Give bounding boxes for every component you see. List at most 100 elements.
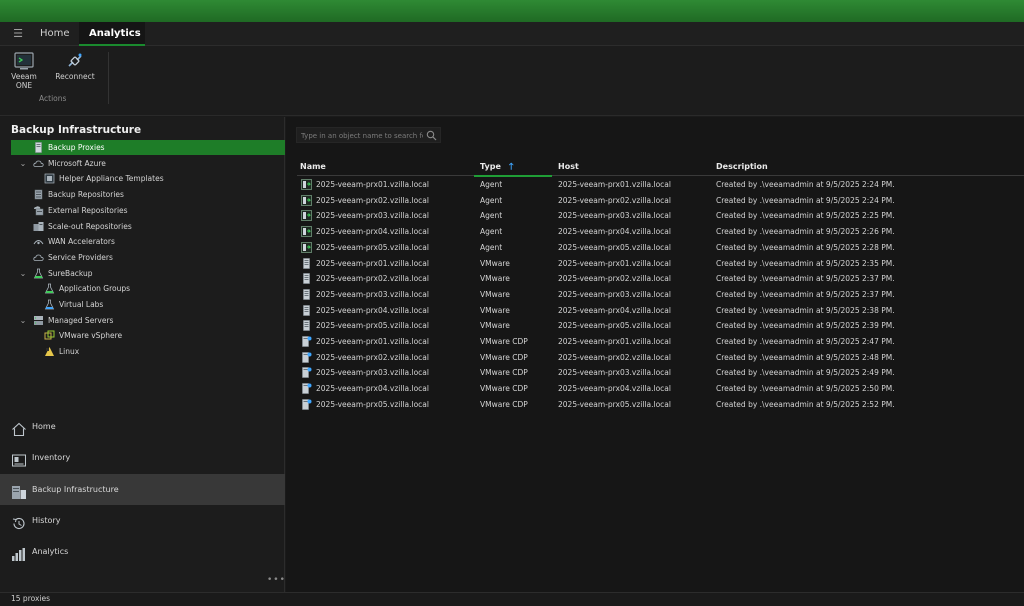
inventory-icon (11, 450, 27, 467)
search-icon[interactable] (426, 130, 437, 141)
cell-type: VMware (480, 305, 510, 315)
agent-proxy-icon (301, 210, 312, 222)
cell-host: 2025-veeam-prx01.vzilla.local (558, 180, 671, 189)
cell-description: Created by .\veeamadmin at 9/5/2025 2:37… (716, 289, 895, 299)
column-header-host[interactable]: Host (558, 158, 708, 176)
table-row[interactable]: 2025-veeam-prx03.vzilla.local VMware CDP 2… (297, 365, 1024, 381)
cdp-proxy-icon (301, 351, 312, 363)
cell-description: Created by .\veeamadmin at 9/5/2025 2:26… (716, 227, 895, 237)
tree-item-wan-accelerators[interactable]: WAN Accelerators (0, 234, 285, 249)
veeam-one-label: Veeam ONE (11, 72, 37, 90)
vmware-proxy-icon (301, 257, 312, 269)
table-row[interactable]: 2025-veeam-prx02.vzilla.local Agent 2025-v… (297, 193, 1024, 209)
tree-item-external-repositories[interactable]: External Repositories (0, 203, 285, 218)
analytics-icon (11, 544, 27, 562)
tree-item-label: Backup Repositories (48, 190, 124, 200)
table-row[interactable]: 2025-veeam-prx05.vzilla.local VMware 2025-… (297, 318, 1024, 334)
cell-description: Created by .\veeamadmin at 9/5/2025 2:25… (716, 211, 895, 221)
table-row[interactable]: 2025-veeam-prx04.vzilla.local VMware 2025-… (297, 303, 1024, 319)
nav-label: Backup Infrastructure (32, 484, 119, 494)
table-row[interactable]: 2025-veeam-prx05.vzilla.local VMware CDP 2… (297, 397, 1024, 413)
cell-description: Created by .\veeamadmin at 9/5/2025 2:35… (716, 258, 895, 268)
cell-name: 2025-veeam-prx04.vzilla.local (316, 305, 429, 315)
cell-host: 2025-veeam-prx03.vzilla.local (558, 211, 671, 221)
tree-item-managed-servers[interactable]: ⌄ Managed Servers (0, 313, 285, 328)
tree-item-surebackup[interactable]: ⌄ SureBackup (0, 266, 285, 281)
table-row[interactable]: 2025-veeam-prx03.vzilla.local Agent 2025-v… (297, 208, 1024, 224)
table-row[interactable]: 2025-veeam-prx02.vzilla.local VMware 2025-… (297, 271, 1024, 287)
cell-host: 2025-veeam-prx02.vzilla.local (558, 195, 671, 205)
tree-item-helper-appliance-templates[interactable]: Helper Appliance Templates (0, 171, 285, 186)
cell-type: VMware (480, 321, 510, 331)
tree-item-label: Microsoft Azure (48, 158, 106, 168)
column-header-name[interactable]: Name (300, 158, 470, 176)
tree-item-linux[interactable]: Linux (0, 344, 285, 359)
tree-item-label: Application Groups (59, 284, 131, 294)
tree-item-application-groups[interactable]: Application Groups (0, 281, 285, 296)
cell-description: Created by .\veeamadmin at 9/5/2025 2:38… (716, 305, 895, 315)
agent-proxy-icon (301, 241, 312, 253)
nav-analytics[interactable]: Analytics (0, 536, 285, 567)
veeam-one-button[interactable]: Veeam ONE (8, 52, 40, 90)
column-header-type[interactable]: Type 🡑 (474, 158, 552, 177)
tree-item-backup-proxies[interactable]: Backup Proxies (11, 140, 285, 155)
cell-host: 2025-veeam-prx04.vzilla.local (558, 227, 671, 237)
tab-home[interactable]: Home (30, 22, 80, 46)
repository-icon (33, 189, 44, 200)
cell-type: Agent (480, 180, 503, 189)
table-row[interactable]: 2025-veeam-prx04.vzilla.local Agent 2025-v… (297, 224, 1024, 240)
chevron-down-icon[interactable]: ⌄ (18, 313, 28, 328)
server-icon (33, 142, 44, 153)
table-row[interactable]: 2025-veeam-prx01.vzilla.local Agent 2025-v… (297, 177, 1024, 193)
cell-host: 2025-veeam-prx05.vzilla.local (558, 242, 671, 252)
table-row[interactable]: 2025-veeam-prx03.vzilla.local VMware 2025-… (297, 287, 1024, 303)
table-row[interactable]: 2025-veeam-prx01.vzilla.local VMware 2025-… (297, 256, 1024, 272)
table-row[interactable]: 2025-veeam-prx01.vzilla.local VMware CDP 2… (297, 334, 1024, 350)
column-header-description[interactable]: Description (716, 158, 1016, 176)
nav-label: History (32, 515, 61, 525)
table-row[interactable]: 2025-veeam-prx04.vzilla.local VMware CDP 2… (297, 381, 1024, 397)
cdp-proxy-icon (301, 398, 312, 410)
nav-history[interactable]: History (0, 505, 285, 536)
cell-name: 2025-veeam-prx01.vzilla.local (316, 180, 429, 189)
tree-item-virtual-labs[interactable]: Virtual Labs (0, 297, 285, 312)
tree-item-microsoft-azure[interactable]: ⌄ Microsoft Azure (0, 156, 285, 171)
ribbon-separator (108, 52, 109, 104)
cell-type: Agent (480, 242, 503, 252)
tree-item-vmware-vsphere[interactable]: VMware vSphere (0, 328, 285, 343)
tree-item-scale-out-repositories[interactable]: Scale-out Repositories (0, 219, 285, 234)
main-menu-icon[interactable]: ☰ (10, 27, 26, 41)
cell-type: VMware CDP (480, 368, 528, 378)
cell-description: Created by .\veeamadmin at 9/5/2025 2:37… (716, 274, 895, 284)
cell-description: Created by .\veeamadmin at 9/5/2025 2:28… (716, 242, 895, 252)
vmware-proxy-icon (301, 320, 312, 332)
tree-item-label: SureBackup (48, 268, 93, 278)
vmware-proxy-icon (301, 273, 312, 284)
ribbon-tab-bar: ☰ Home Analytics (0, 22, 1024, 46)
table-row[interactable]: 2025-veeam-prx02.vzilla.local VMware CDP 2… (297, 350, 1024, 366)
application-group-icon (44, 283, 55, 294)
cell-name: 2025-veeam-prx04.vzilla.local (316, 384, 429, 394)
cdp-proxy-icon (301, 336, 312, 347)
search-input[interactable] (301, 130, 423, 141)
chevron-down-icon[interactable]: ⌄ (18, 156, 28, 171)
linux-icon (44, 346, 55, 357)
tab-analytics[interactable]: Analytics (79, 22, 145, 46)
nav-backup-infrastructure[interactable]: Backup Infrastructure (0, 473, 285, 505)
tree-item-label: Linux (59, 347, 80, 357)
status-count: 15 proxies (11, 594, 51, 603)
cell-type: VMware CDP (480, 399, 528, 409)
more-sections-icon[interactable]: ••• (267, 575, 286, 585)
tree-item-service-providers[interactable]: Service Providers (0, 250, 285, 265)
cdp-proxy-icon (301, 367, 312, 379)
tree-item-label: Scale-out Repositories (48, 221, 132, 231)
flask-icon (33, 268, 44, 279)
reconnect-button[interactable]: Reconnect (52, 52, 98, 81)
cell-host: 2025-veeam-prx01.vzilla.local (558, 258, 671, 268)
nav-home[interactable]: Home (0, 411, 285, 442)
table-row[interactable]: 2025-veeam-prx05.vzilla.local Agent 2025-v… (297, 240, 1024, 256)
cell-type: VMware CDP (480, 337, 528, 346)
nav-inventory[interactable]: Inventory (0, 442, 285, 473)
chevron-down-icon[interactable]: ⌄ (18, 266, 28, 281)
tree-item-backup-repositories[interactable]: Backup Repositories (0, 187, 285, 202)
